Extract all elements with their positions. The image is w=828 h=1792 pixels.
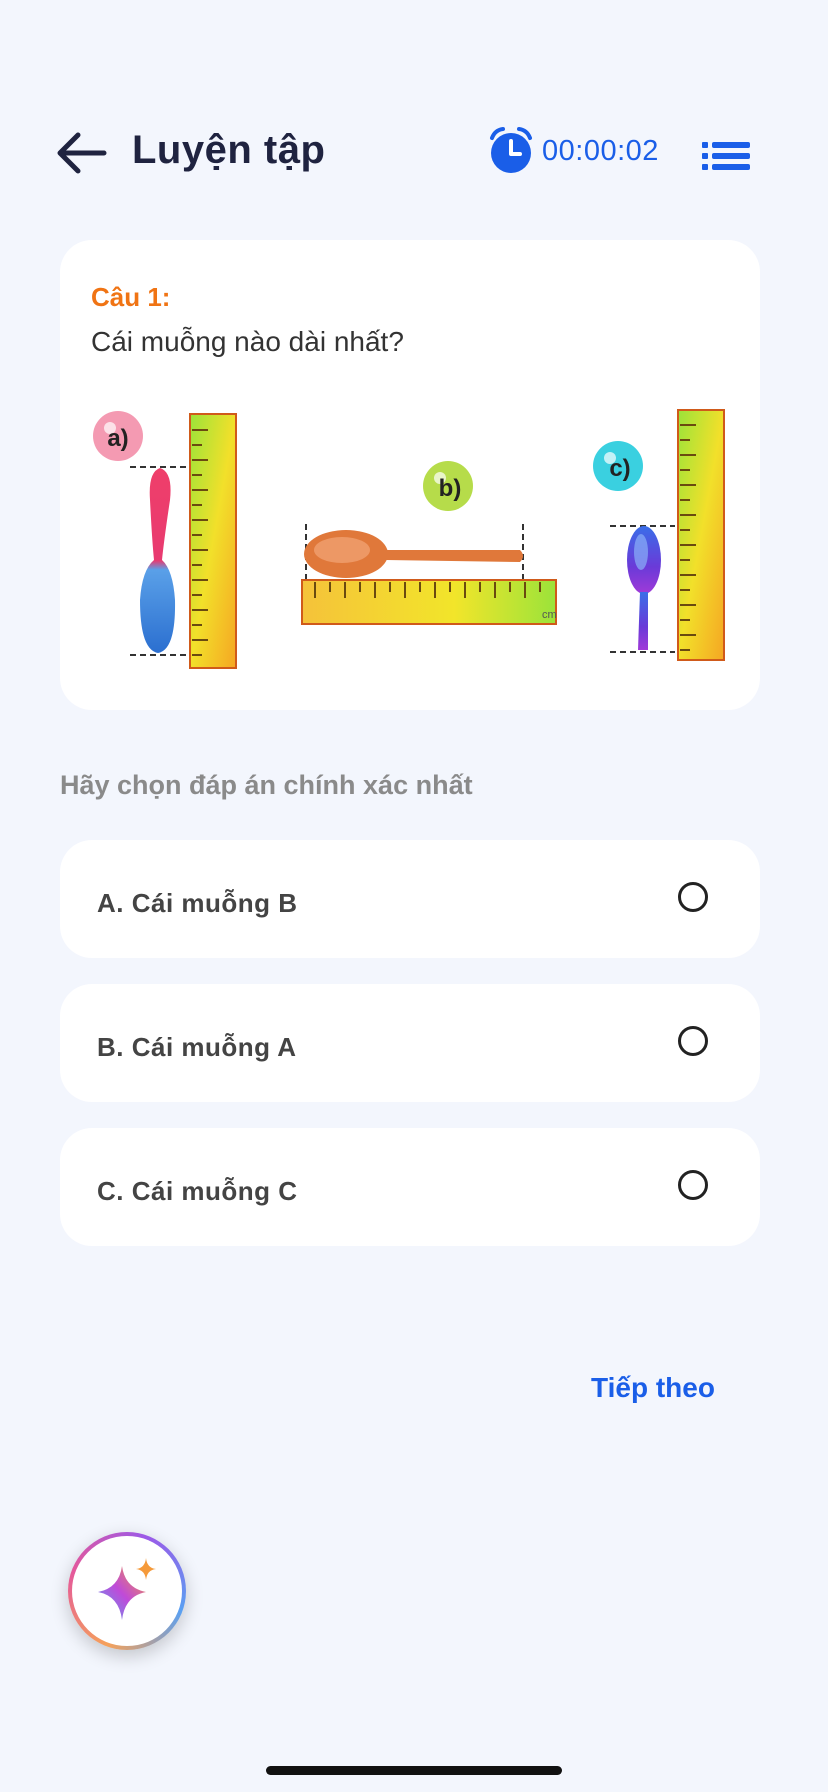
answer-option-a[interactable]: A. Cái muỗng B — [60, 840, 760, 958]
label-b: b) — [439, 475, 462, 502]
alarm-clock-icon — [490, 127, 532, 173]
ai-assistant-button[interactable] — [68, 1532, 186, 1650]
radio-button[interactable] — [678, 1170, 708, 1200]
spoons-illustration: a) b) cm c) — [93, 409, 725, 669]
sparkle-icon — [98, 1558, 156, 1620]
answer-option-c[interactable]: C. Cái muỗng C — [60, 1128, 760, 1246]
ruler-unit: cm — [542, 609, 557, 621]
radio-button[interactable] — [678, 882, 708, 912]
timer-value: 00:00:02 — [542, 134, 659, 167]
timer: 00:00:02 — [486, 126, 659, 176]
spoon-b: b) — [301, 461, 557, 625]
back-arrow-icon[interactable] — [52, 129, 112, 177]
question-card: Câu 1: Cái muỗng nào dài nhất? a) b) cm … — [60, 240, 760, 710]
question-number: Câu 1: — [91, 282, 171, 312]
option-label: C. Cái muỗng C — [97, 1176, 298, 1206]
spoon-a: a) — [93, 411, 237, 669]
option-label: A. Cái muỗng B — [97, 888, 298, 918]
question-text: Cái muỗng nào dài nhất? — [91, 326, 404, 357]
spoon-c: c) — [593, 409, 725, 661]
next-button[interactable]: Tiếp theo — [591, 1372, 715, 1404]
question-list-icon[interactable] — [702, 141, 750, 171]
option-label: B. Cái muỗng A — [97, 1032, 297, 1062]
radio-button[interactable] — [678, 1026, 708, 1056]
home-indicator — [266, 1766, 562, 1775]
label-c: c) — [609, 455, 630, 482]
label-a: a) — [107, 425, 128, 452]
header: Luyện tập 00:00:02 — [0, 120, 828, 186]
answer-option-b[interactable]: B. Cái muỗng A — [60, 984, 760, 1102]
page-title: Luyện tập — [132, 128, 326, 172]
instruction-text: Hãy chọn đáp án chính xác nhất — [60, 770, 473, 800]
